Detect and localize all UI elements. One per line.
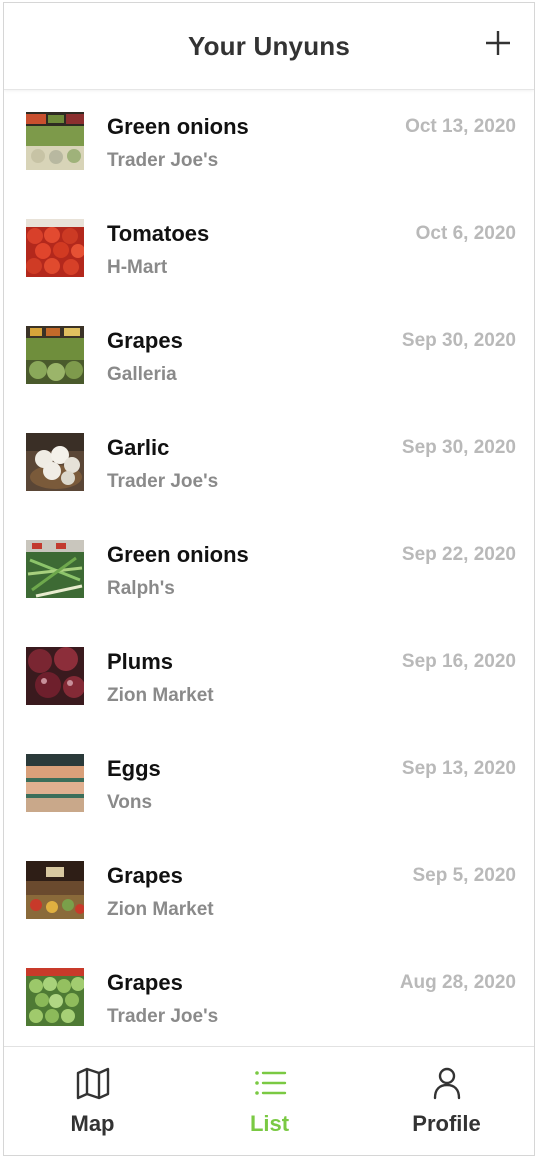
map-icon: [76, 1067, 109, 1100]
item-name: Garlic: [107, 435, 170, 460]
item-store: Trader Joe's: [107, 471, 219, 492]
item-date: Sep 13, 2020: [401, 758, 516, 779]
item-date: Sep 30, 2020: [401, 330, 516, 351]
produce-stand-photo: [26, 326, 84, 384]
item-store: Trader Joe's: [107, 1006, 219, 1027]
garlic-basket-photo: [26, 433, 84, 491]
list-item[interactable]: Plums Zion Market Sep 16, 2020: [4, 625, 534, 732]
tab-profile[interactable]: Profile: [358, 1047, 534, 1155]
item-date: Sep 30, 2020: [401, 437, 516, 458]
app-frame: Your Unyuns Green onions Trader Joe's Oc…: [3, 2, 535, 1156]
app-header: Your Unyuns: [4, 3, 534, 90]
item-store: Trader Joe's: [107, 150, 219, 171]
item-store: Zion Market: [107, 899, 214, 920]
list-item[interactable]: Garlic Trader Joe's Sep 30, 2020: [4, 411, 534, 518]
tab-map-label: Map: [70, 1111, 115, 1136]
item-date: Sep 16, 2020: [401, 651, 516, 672]
list-item[interactable]: Eggs Vons Sep 13, 2020: [4, 732, 534, 839]
tab-profile-label: Profile: [412, 1111, 481, 1136]
item-name: Grapes: [107, 328, 183, 353]
list-item[interactable]: Grapes Galleria Sep 30, 2020: [4, 304, 534, 411]
item-name: Green onions: [107, 542, 249, 567]
bottom-tab-bar: Map List Profile: [4, 1046, 534, 1155]
item-name: Grapes: [107, 970, 183, 995]
item-name: Plums: [107, 649, 174, 674]
plums-photo: [26, 647, 84, 705]
list-item[interactable]: Tomatoes H-Mart Oct 6, 2020: [4, 197, 534, 304]
tab-list[interactable]: List: [181, 1047, 358, 1155]
add-button[interactable]: [482, 27, 514, 59]
tomatoes-photo: [26, 219, 84, 277]
item-store: Galleria: [107, 364, 177, 385]
item-date: Sep 22, 2020: [401, 544, 516, 565]
market-interior-photo: [26, 861, 84, 919]
list-item[interactable]: Green onions Ralph's Sep 22, 2020: [4, 518, 534, 625]
item-store: Ralph's: [107, 578, 175, 599]
item-store: Zion Market: [107, 685, 214, 706]
green-onions-produce-photo: [26, 112, 84, 170]
list-item[interactable]: Grapes Trader Joe's Aug 28, 2020: [4, 946, 534, 1048]
list-icon: [254, 1071, 286, 1095]
item-name: Eggs: [107, 756, 161, 781]
unyun-list[interactable]: Green onions Trader Joe's Oct 13, 2020 T…: [4, 90, 534, 1048]
eggs-aisle-photo: [26, 754, 84, 812]
item-name: Tomatoes: [107, 221, 210, 246]
tab-list-label: List: [249, 1111, 290, 1136]
item-date: Sep 5, 2020: [412, 865, 516, 886]
green-onions-shelf-photo: [26, 540, 84, 598]
page-title: Your Unyuns: [187, 31, 351, 61]
green-grapes-photo: [26, 968, 84, 1026]
item-name: Green onions: [107, 114, 249, 139]
item-date: Oct 6, 2020: [415, 223, 516, 244]
person-icon: [433, 1067, 460, 1100]
item-store: H-Mart: [107, 257, 168, 278]
plus-icon: [486, 31, 510, 55]
list-item[interactable]: Green onions Trader Joe's Oct 13, 2020: [4, 90, 534, 197]
item-store: Vons: [107, 792, 153, 813]
item-date: Oct 13, 2020: [405, 116, 516, 137]
list-item[interactable]: Grapes Zion Market Sep 5, 2020: [4, 839, 534, 946]
tab-map[interactable]: Map: [4, 1047, 181, 1155]
item-name: Grapes: [107, 863, 183, 888]
item-date: Aug 28, 2020: [399, 972, 516, 993]
